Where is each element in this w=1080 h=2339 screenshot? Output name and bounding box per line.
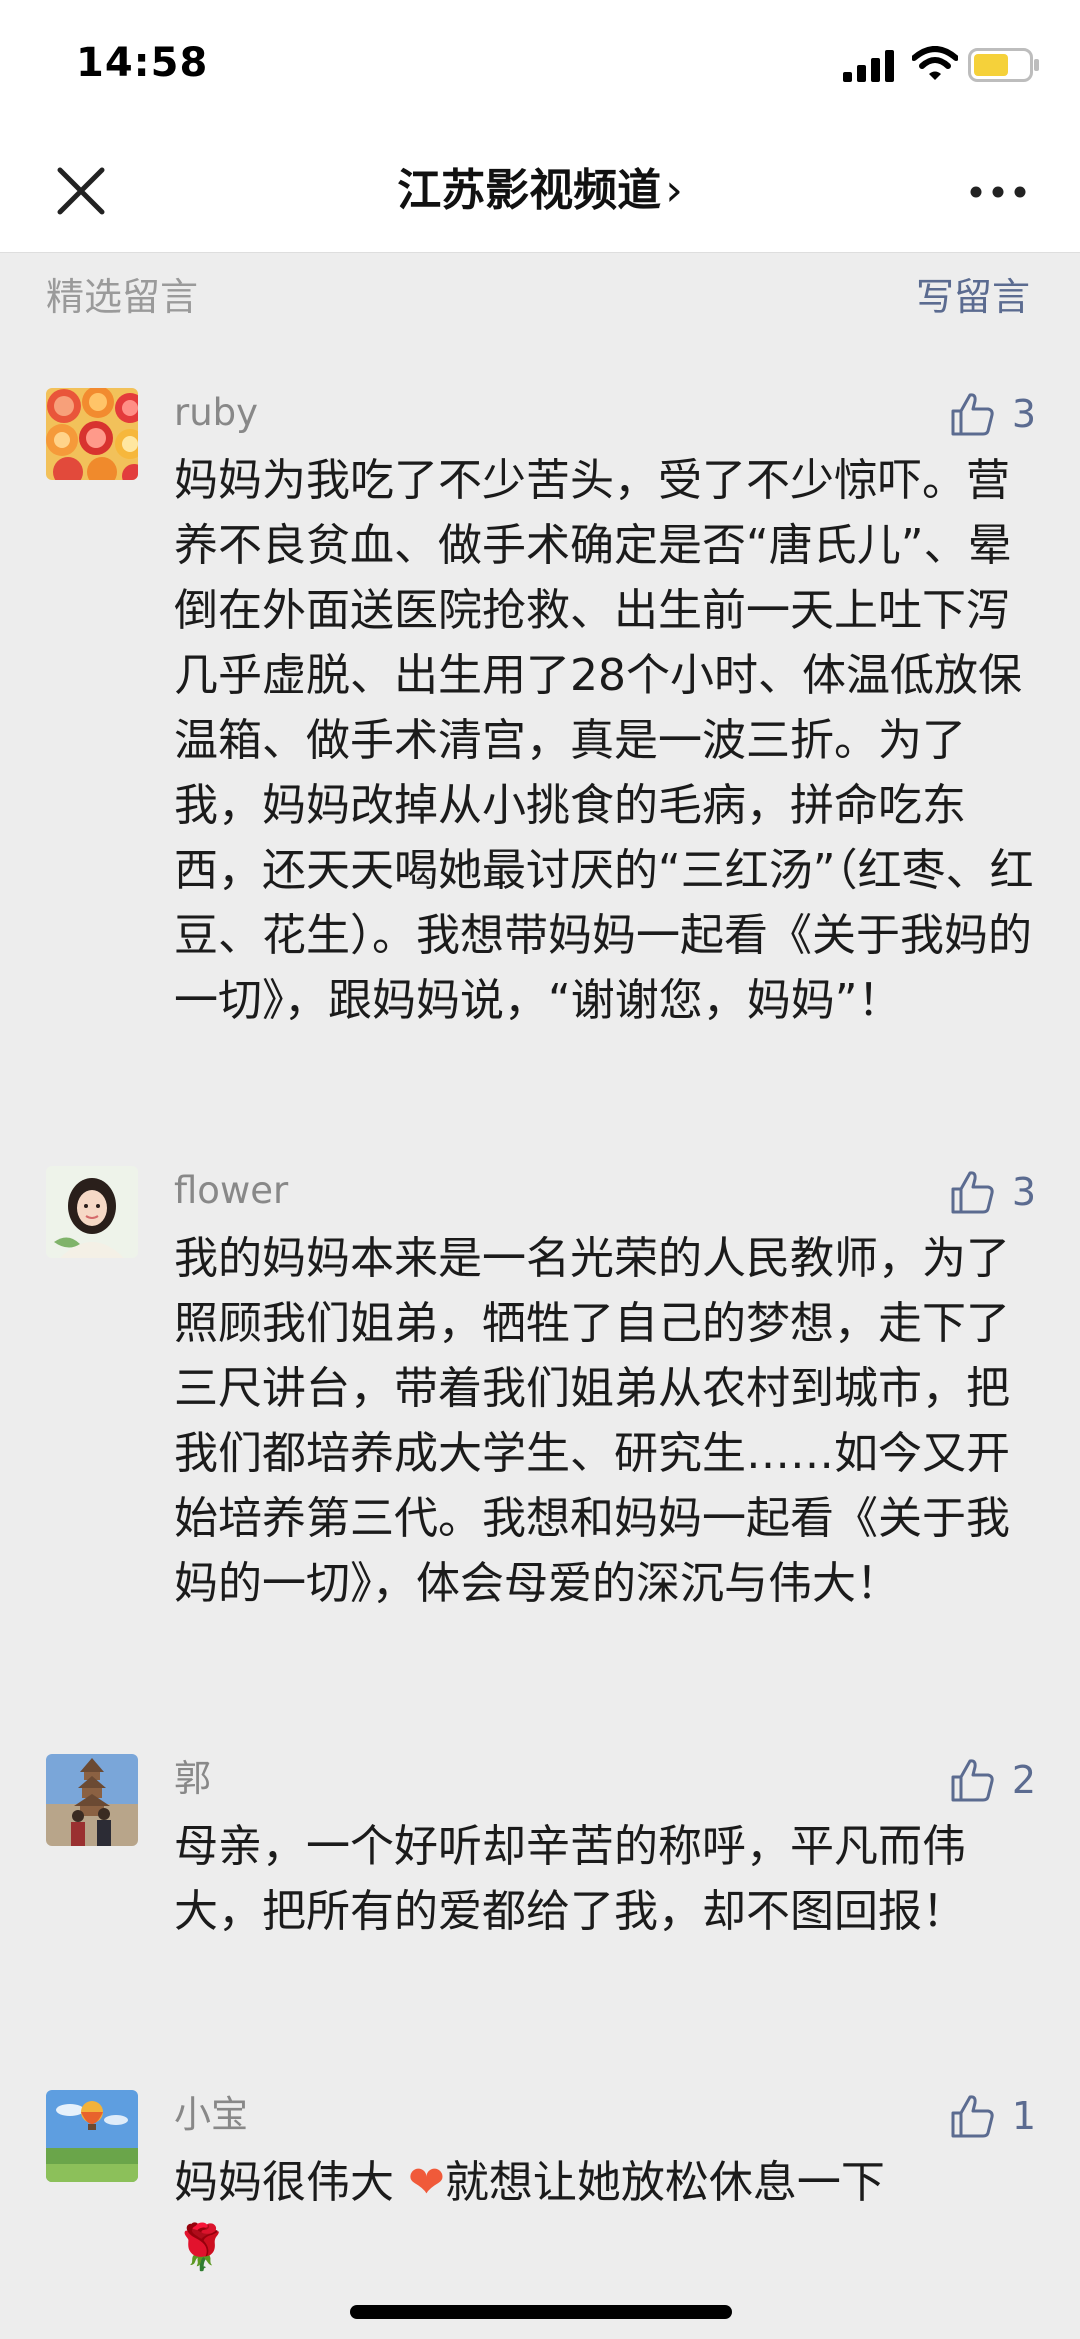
like-count: 1 bbox=[1011, 2094, 1036, 2138]
comment-username: 郭 bbox=[174, 1757, 211, 1800]
header-area: 14:58 江苏影视频道› bbox=[0, 0, 1080, 253]
home-indicator[interactable] bbox=[350, 2305, 732, 2319]
like-button[interactable]: 2 bbox=[948, 1750, 1036, 1810]
avatar[interactable] bbox=[46, 1166, 138, 1258]
cellular-signal-icon bbox=[843, 50, 894, 82]
thumbs-up-icon bbox=[951, 2095, 994, 2138]
more-options-icon[interactable] bbox=[968, 180, 1028, 204]
thumbs-up-icon bbox=[951, 393, 994, 436]
like-count: 2 bbox=[1011, 1758, 1036, 1802]
featured-comments-header: 精选留言 写留言 bbox=[0, 252, 1080, 332]
status-bar: 14:58 bbox=[0, 0, 1080, 130]
like-count: 3 bbox=[1011, 392, 1036, 436]
write-comment-button[interactable]: 写留言 bbox=[916, 272, 1030, 322]
wifi-icon bbox=[912, 46, 958, 80]
like-button[interactable]: 3 bbox=[948, 384, 1036, 444]
comment-username: flower bbox=[174, 1169, 289, 1212]
featured-comments-title: 精选留言 bbox=[46, 275, 199, 319]
comment-text-part: 妈妈很伟大 bbox=[174, 2157, 408, 2208]
comment-username: 小宝 bbox=[174, 2093, 248, 2136]
heart-emoji-icon: ❤ bbox=[408, 2157, 445, 2208]
avatar[interactable] bbox=[46, 1754, 138, 1846]
thumbs-up-icon bbox=[951, 1171, 994, 1214]
like-count: 3 bbox=[1011, 1170, 1036, 1214]
chevron-right-icon: › bbox=[665, 165, 683, 216]
comment-text-part: 就想让她放松休息一下 bbox=[444, 2157, 885, 2208]
navigation-bar: 江苏影视频道› bbox=[0, 130, 1080, 252]
like-button[interactable]: 1 bbox=[948, 2086, 1036, 2146]
status-time: 14:58 bbox=[76, 40, 209, 86]
comment-text: 妈妈为我吃了不少苦头，受了不少惊吓。营养不良贫血、做手术确定是否“唐氏儿”、晕倒… bbox=[174, 455, 1034, 1026]
avatar[interactable] bbox=[46, 388, 138, 480]
like-button[interactable]: 3 bbox=[948, 1162, 1036, 1222]
account-title[interactable]: 江苏影视频道› bbox=[0, 160, 1080, 222]
comment-username: ruby bbox=[174, 391, 259, 434]
rose-emoji-icon: 🌹 bbox=[174, 2222, 229, 2273]
avatar[interactable] bbox=[46, 2090, 138, 2182]
account-title-text: 江苏影视频道 bbox=[397, 165, 662, 216]
battery-icon bbox=[968, 48, 1039, 82]
thumbs-up-icon bbox=[951, 1759, 994, 1802]
comment-text: 我的妈妈本来是一名光荣的人民教师，为了照顾我们姐弟，牺牲了自己的梦想，走下了三尺… bbox=[174, 1233, 1010, 1609]
comment-text: 母亲，一个好听却辛苦的称呼，平凡而伟大，把所有的爱都给了我，却不图回报！ bbox=[174, 1821, 966, 1937]
comment-text: 妈妈很伟大 ❤就想让她放松休息一下 🌹 bbox=[174, 2150, 1034, 2280]
